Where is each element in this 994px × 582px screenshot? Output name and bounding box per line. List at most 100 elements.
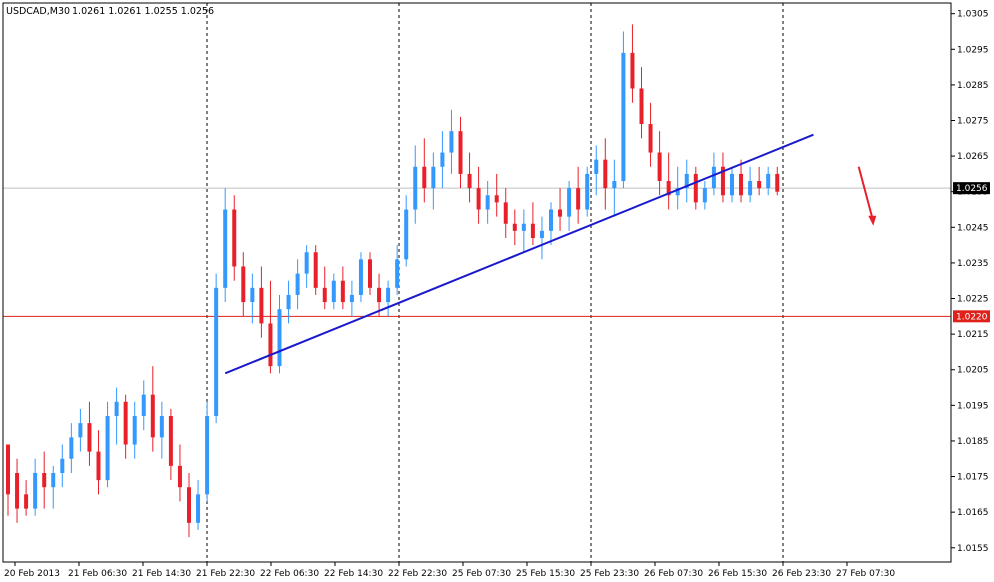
y-tick-label: 1.0275 xyxy=(957,116,989,126)
candle-body xyxy=(621,52,626,182)
candle-body xyxy=(232,209,237,267)
candle-body xyxy=(205,416,210,495)
candle-body xyxy=(15,472,20,509)
candle-body xyxy=(123,401,128,445)
x-tick-label: 26 Feb 07:30 xyxy=(644,569,703,579)
candle-body xyxy=(539,230,544,238)
candle-body xyxy=(304,252,309,274)
candle-body xyxy=(286,294,291,310)
candle-body xyxy=(214,287,219,417)
candle-body xyxy=(739,173,744,196)
candle-body xyxy=(277,309,282,367)
candle-body xyxy=(349,294,354,303)
chart-background xyxy=(0,0,994,582)
y-tick-label: 1.0265 xyxy=(957,152,989,162)
candle-body xyxy=(657,152,662,182)
candle-body xyxy=(241,266,246,303)
candle-body xyxy=(775,173,780,192)
candle-body xyxy=(476,188,481,210)
candle-body xyxy=(159,416,164,438)
support-level-tag-label: 1.0220 xyxy=(956,312,988,322)
candle-body xyxy=(114,401,119,417)
candle-body xyxy=(521,223,526,231)
candle-body xyxy=(295,273,300,295)
candle-body xyxy=(24,494,29,509)
candle-body xyxy=(96,451,101,481)
candle-body xyxy=(757,181,762,189)
candle-body xyxy=(549,209,553,231)
candle-body xyxy=(503,202,508,224)
x-tick-label: 26 Feb 15:30 xyxy=(708,569,767,579)
candle-body xyxy=(422,166,427,189)
candle-body xyxy=(6,444,10,495)
candle-body xyxy=(558,209,563,217)
y-tick-label: 1.0245 xyxy=(957,223,989,233)
candle-body xyxy=(51,472,56,488)
candle-body xyxy=(386,287,391,303)
candle-body xyxy=(730,173,734,196)
candle-body xyxy=(141,394,146,417)
price-chart[interactable]: 20 Feb 2013 21 Feb 06:30 21 Feb 14:30 21 Fe… xyxy=(0,0,994,582)
x-tick-label: 22 Feb 06:30 xyxy=(260,569,319,579)
candle-body xyxy=(358,259,363,295)
candle-body xyxy=(648,124,653,153)
y-tick-label: 1.0285 xyxy=(957,81,989,91)
current-price-tag-label: 1.0256 xyxy=(956,184,988,194)
ohlc-readout: 1.0261 1.0261 1.0255 1.0256 xyxy=(72,6,214,17)
candle-body xyxy=(458,131,463,174)
candle-body xyxy=(567,188,572,217)
candle-body xyxy=(132,416,137,445)
y-tick-label: 1.0175 xyxy=(957,473,989,483)
candle-body xyxy=(168,416,173,466)
candle-body xyxy=(187,487,191,523)
candle-body xyxy=(33,472,38,509)
y-tick-label: 1.0295 xyxy=(957,45,989,55)
candle-body xyxy=(467,173,472,189)
candle-body xyxy=(340,280,345,303)
candle-body xyxy=(530,223,535,238)
candle-body xyxy=(331,280,336,303)
candle-body xyxy=(250,287,255,303)
x-tick-label: 22 Feb 14:30 xyxy=(324,569,383,579)
candle-body xyxy=(322,287,327,303)
candle-body xyxy=(594,159,599,174)
candle-body xyxy=(639,88,644,125)
y-tick-label: 1.0235 xyxy=(957,259,989,269)
candle-body xyxy=(512,223,517,231)
candle-body xyxy=(702,188,707,203)
x-tick-label: 25 Feb 07:30 xyxy=(452,569,511,579)
candle-body xyxy=(612,181,617,189)
candle-body xyxy=(485,195,490,210)
candle-body xyxy=(711,166,716,189)
y-tick-label: 1.0225 xyxy=(957,295,989,305)
x-tick-label: 26 Feb 23:30 xyxy=(772,569,831,579)
candle-body xyxy=(105,416,110,481)
x-tick-label: 22 Feb 22:30 xyxy=(388,569,447,579)
candle-body xyxy=(431,166,436,189)
candle-body xyxy=(223,209,228,288)
candle-body xyxy=(603,159,608,189)
candle-body xyxy=(87,423,92,452)
candle-body xyxy=(313,252,318,288)
candle-body xyxy=(69,437,74,459)
candle-body xyxy=(404,209,409,260)
candle-body xyxy=(60,458,65,473)
candle-body xyxy=(748,181,753,196)
candle-body xyxy=(196,494,201,523)
x-tick-label: 21 Feb 14:30 xyxy=(132,569,191,579)
candle-body xyxy=(413,166,418,210)
candle-body xyxy=(177,465,182,488)
candle-body xyxy=(693,173,698,203)
y-tick-label: 1.0165 xyxy=(957,508,989,518)
candle-body xyxy=(494,195,499,203)
candle-body xyxy=(368,259,372,288)
candle-body xyxy=(576,188,581,210)
candle-body xyxy=(150,394,155,438)
candle-body xyxy=(259,287,264,324)
y-tick-label: 1.0305 xyxy=(957,10,989,20)
chart-title: USDCAD,M30 xyxy=(6,6,70,17)
candle-body xyxy=(42,472,47,488)
candle-body xyxy=(585,173,590,210)
x-tick-label: 25 Feb 23:30 xyxy=(580,569,639,579)
candle-body xyxy=(449,131,454,153)
